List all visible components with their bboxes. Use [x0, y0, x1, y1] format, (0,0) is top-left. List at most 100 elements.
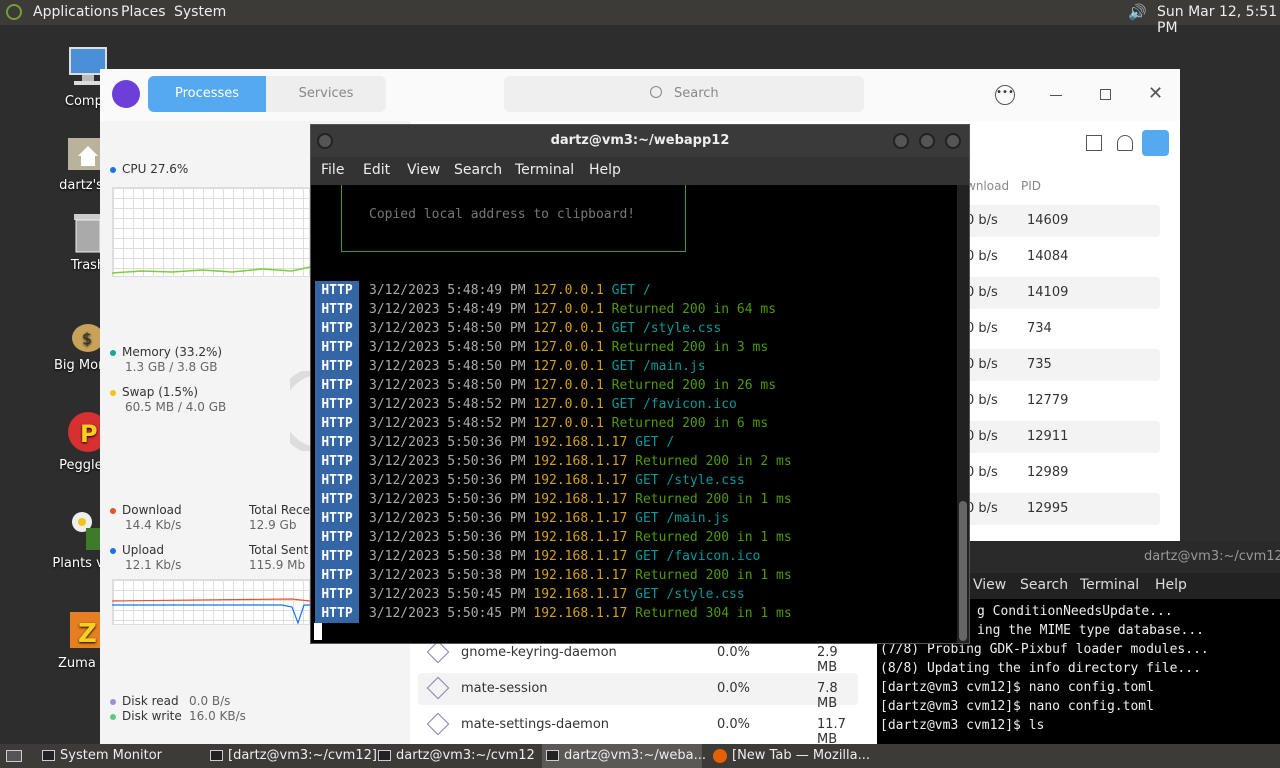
- menu-system[interactable]: System: [174, 4, 226, 20]
- log-message: GET /: [611, 283, 651, 298]
- log-timestamp: 3/12/2023 5:50:38 PM: [369, 568, 526, 583]
- more-options-icon[interactable]: •••: [995, 85, 1015, 105]
- log-ip: 192.168.1.17: [533, 549, 628, 564]
- close-icon[interactable]: [945, 133, 961, 149]
- log-timestamp: 3/12/2023 5:48:52 PM: [369, 397, 526, 412]
- table-row[interactable]: 0 b/s 12779: [966, 385, 1160, 417]
- task-label: dartz@vm3:~/weba...: [564, 748, 707, 763]
- disk-read-dot: [110, 698, 116, 705]
- task-firefox[interactable]: [New Tab — Mozilla...: [710, 744, 880, 768]
- tab-services[interactable]: Services: [266, 76, 386, 112]
- log-timestamp: 3/12/2023 5:48:50 PM: [369, 359, 526, 374]
- clock[interactable]: Sun Mar 12, 5:51 PM: [1157, 4, 1280, 36]
- table-row[interactable]: 0 b/s 12995: [966, 493, 1160, 525]
- log-message: GET /style.css: [635, 473, 745, 488]
- log-message: GET /: [635, 435, 675, 450]
- minimize-icon[interactable]: [1050, 95, 1062, 96]
- task-terminal-cvm12-min[interactable]: [dartz@vm3:~/cvm12]: [206, 744, 377, 768]
- memory-dot: [110, 349, 116, 356]
- log-message: Returned 200 in 64 ms: [611, 302, 777, 317]
- process-row[interactable]: mate-settings-daemon 0.0% 11.7 MB: [418, 709, 858, 747]
- log-ip: 192.168.1.17: [533, 587, 628, 602]
- log-ip: 192.168.1.17: [533, 530, 628, 545]
- column-pid[interactable]: PID: [1021, 179, 1041, 193]
- row-pid: 12779: [1027, 393, 1069, 408]
- menu-edit[interactable]: Edit: [363, 162, 390, 178]
- log-line: HTTP 3/12/2023 5:50:36 PM 192.168.1.17 Re…: [315, 528, 792, 547]
- terminal2-menu-view[interactable]: View: [973, 577, 1006, 593]
- distro-logo-icon[interactable]: [6, 4, 22, 20]
- upload-label: Upload: [110, 543, 164, 557]
- table-row[interactable]: 0 b/s 14609: [966, 205, 1160, 237]
- minimize-icon[interactable]: [893, 133, 909, 149]
- table-row[interactable]: 0 b/s 12989: [966, 457, 1160, 489]
- user-icon[interactable]: [1117, 135, 1133, 151]
- tab-processes[interactable]: Processes: [148, 76, 266, 112]
- row-download: 0 b/s: [966, 321, 998, 336]
- taskbar: System Monitor [dartz@vm3:~/cvm12] dartz…: [0, 744, 1280, 768]
- task-label: [New Tab — Mozilla...: [732, 748, 871, 763]
- task-terminal-webapp[interactable]: dartz@vm3:~/weba...: [542, 744, 706, 768]
- menu-search[interactable]: Search: [454, 162, 502, 178]
- log-timestamp: 3/12/2023 5:50:36 PM: [369, 511, 526, 526]
- show-desktop-icon[interactable]: [6, 750, 22, 762]
- row-download: 0 b/s: [966, 249, 998, 264]
- row-pid: 12995: [1027, 501, 1069, 516]
- log-ip: 127.0.0.1: [533, 302, 604, 317]
- swap-dot: [110, 389, 116, 396]
- terminal-scrollbar[interactable]: [957, 185, 969, 643]
- terminal-window-webapp12[interactable]: dartz@vm3:~/webapp12 File Edit View Sear…: [310, 124, 970, 644]
- terminal2-menu-help[interactable]: Help: [1155, 577, 1187, 593]
- row-pid: 14084: [1027, 249, 1069, 264]
- log-timestamp: 3/12/2023 5:50:38 PM: [369, 549, 526, 564]
- menu-help[interactable]: Help: [589, 162, 621, 178]
- log-line: HTTP 3/12/2023 5:48:49 PM 127.0.0.1 Retur…: [315, 300, 776, 319]
- menu-applications[interactable]: Applications: [33, 4, 119, 20]
- task-terminal-cvm12[interactable]: dartz@vm3:~/cvm12: [374, 744, 535, 768]
- terminal2-menu-search[interactable]: Search: [1020, 577, 1068, 593]
- terminal2-menu-terminal[interactable]: Terminal: [1080, 577, 1139, 593]
- log-timestamp: 3/12/2023 5:50:45 PM: [369, 606, 526, 621]
- task-system-monitor[interactable]: System Monitor: [38, 744, 198, 768]
- table-row[interactable]: 0 b/s 14109: [966, 277, 1160, 309]
- view-details-icon[interactable]: [1086, 135, 1102, 151]
- top-panel: Applications Places System 🔊 Sun Mar 12,…: [0, 0, 1280, 36]
- close-icon[interactable]: ✕: [1148, 83, 1163, 104]
- swap-label-text: Swap (1.5%): [122, 385, 199, 399]
- volume-icon[interactable]: 🔊: [1128, 3, 1147, 21]
- table-row[interactable]: 0 b/s 735: [966, 349, 1160, 381]
- row-pid: 14609: [1027, 213, 1069, 228]
- window-menu-icon[interactable]: [317, 133, 333, 149]
- table-row[interactable]: 0 b/s 734: [966, 313, 1160, 345]
- log-message: Returned 200 in 1 ms: [635, 492, 792, 507]
- log-message: GET /favicon.ico: [611, 397, 737, 412]
- column-download[interactable]: wnload: [966, 179, 1009, 193]
- row-download: 0 b/s: [966, 393, 998, 408]
- http-tag: HTTP: [315, 490, 359, 509]
- process-cpu: 0.0%: [717, 645, 751, 660]
- menu-file[interactable]: File: [321, 162, 344, 178]
- process-row[interactable]: mate-session 0.0% 7.8 MB: [418, 673, 858, 711]
- log-timestamp: 3/12/2023 5:48:50 PM: [369, 340, 526, 355]
- log-ip: 192.168.1.17: [533, 435, 628, 450]
- maximize-icon[interactable]: [919, 133, 935, 149]
- maximize-icon[interactable]: [1100, 89, 1111, 100]
- terminal2-line: (8/8) Updating the info directory file..…: [880, 661, 1201, 676]
- search-box[interactable]: Search: [504, 76, 864, 112]
- http-tag: HTTP: [315, 395, 359, 414]
- upload-dot: [110, 547, 116, 554]
- scrollbar-thumb[interactable]: [959, 501, 967, 641]
- menu-places[interactable]: Places: [121, 4, 166, 20]
- process-memory: 2.9 MB: [817, 645, 838, 675]
- cpu-line: [112, 266, 310, 274]
- layout-toggle-icon[interactable]: [1142, 130, 1169, 156]
- log-line: HTTP 3/12/2023 5:48:50 PM 127.0.0.1 GET /…: [315, 319, 721, 338]
- process-icon: [426, 640, 450, 664]
- menu-terminal[interactable]: Terminal: [515, 162, 574, 178]
- process-memory: 7.8 MB: [817, 681, 838, 711]
- svg-text:Z: Z: [78, 619, 97, 649]
- table-row[interactable]: 0 b/s 12911: [966, 421, 1160, 453]
- menu-view[interactable]: View: [407, 162, 440, 178]
- table-row[interactable]: 0 b/s 14084: [966, 241, 1160, 273]
- disk-read-label-text: Disk read: [122, 694, 179, 708]
